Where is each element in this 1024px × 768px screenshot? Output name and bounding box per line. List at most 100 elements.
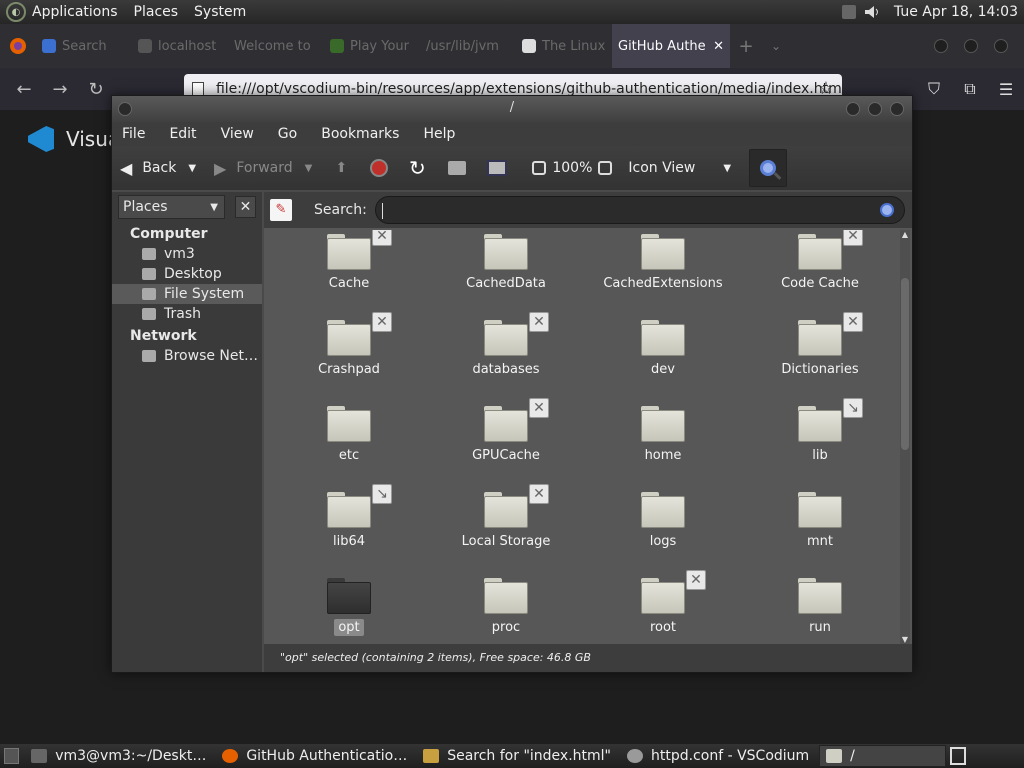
minimize-button[interactable] bbox=[846, 102, 860, 116]
system-menu[interactable]: System bbox=[194, 4, 246, 20]
minimize-window-button[interactable] bbox=[934, 39, 948, 53]
folder-item[interactable]: ↘ lib64 bbox=[284, 484, 414, 564]
folder-body bbox=[327, 582, 371, 614]
forward-history-dropdown-icon[interactable]: ▼ bbox=[305, 163, 313, 174]
zoom-in-icon[interactable] bbox=[598, 161, 613, 175]
folder-item[interactable]: proc bbox=[441, 570, 571, 640]
back-arrow-icon[interactable]: ← bbox=[6, 79, 42, 100]
reload-button[interactable]: ↻ bbox=[406, 156, 428, 180]
home-button[interactable] bbox=[446, 157, 468, 179]
show-desktop-button[interactable] bbox=[4, 748, 20, 764]
folder-item[interactable]: ✕ databases bbox=[441, 312, 571, 392]
folder-item[interactable]: CachedExtensions bbox=[598, 230, 728, 306]
menu-file[interactable]: File bbox=[122, 126, 145, 142]
sidebar-item-desktop[interactable]: Desktop bbox=[112, 264, 262, 284]
clock[interactable]: Tue Apr 18, 14:03 bbox=[894, 4, 1018, 20]
folder-item[interactable]: ✕ Crashpad bbox=[284, 312, 414, 392]
maximize-button[interactable] bbox=[868, 102, 882, 116]
pocket-icon[interactable]: ⛉ bbox=[916, 79, 952, 99]
menu-go[interactable]: Go bbox=[278, 126, 297, 142]
sidebar-item-vm3[interactable]: vm3 bbox=[112, 244, 262, 264]
folder-icon bbox=[798, 320, 842, 356]
stop-button[interactable] bbox=[370, 159, 389, 177]
menu-edit[interactable]: Edit bbox=[169, 126, 196, 142]
folder-item[interactable]: ✕ root bbox=[598, 570, 728, 640]
menu-help[interactable]: Help bbox=[423, 126, 455, 142]
places-menu[interactable]: Places bbox=[134, 4, 179, 20]
maximize-window-button[interactable] bbox=[964, 39, 978, 53]
reload-icon[interactable]: ↻ bbox=[78, 79, 114, 100]
folder-item[interactable]: ✕ GPUCache bbox=[441, 398, 571, 478]
folder-item[interactable]: ✕ Local Storage bbox=[441, 484, 571, 564]
folder-item[interactable]: opt bbox=[284, 570, 414, 640]
extensions-icon[interactable]: ⧉ bbox=[952, 79, 988, 99]
search-input[interactable] bbox=[385, 201, 876, 221]
sidebar-item-trash[interactable]: Trash bbox=[112, 304, 262, 324]
search-toggle-button[interactable] bbox=[749, 149, 788, 187]
search-field[interactable] bbox=[374, 196, 905, 224]
folder-label: mnt bbox=[755, 534, 885, 549]
new-tab-icon[interactable]: + bbox=[730, 36, 762, 57]
zoom-out-icon[interactable] bbox=[532, 161, 547, 175]
volume-icon[interactable] bbox=[864, 4, 880, 20]
folder-item[interactable]: ↘ lib bbox=[755, 398, 885, 478]
scrollbar-thumb[interactable] bbox=[901, 278, 909, 450]
tab-play[interactable]: Play Your bbox=[324, 24, 420, 68]
back-history-dropdown-icon[interactable]: ▼ bbox=[188, 163, 196, 174]
folder-item[interactable]: CachedData bbox=[441, 230, 571, 306]
firefox-icon[interactable] bbox=[0, 37, 36, 55]
window-menu-button[interactable] bbox=[118, 102, 132, 116]
tab-linux[interactable]: The Linux bbox=[516, 24, 612, 68]
forward-button[interactable]: ▶ Forward ▼ bbox=[214, 159, 312, 178]
taskbar-item-file-manager[interactable]: / bbox=[819, 745, 947, 767]
list-tabs-icon[interactable]: ⌄ bbox=[762, 39, 790, 53]
folder-item[interactable]: etc bbox=[284, 398, 414, 478]
folder-item[interactable]: ✕ Code Cache bbox=[755, 230, 885, 306]
view-mode-select[interactable]: Icon View ▼ bbox=[628, 160, 731, 176]
folder-item[interactable]: dev bbox=[598, 312, 728, 392]
menu-view[interactable]: View bbox=[221, 126, 254, 142]
folder-name: CachedExtensions bbox=[603, 276, 723, 291]
taskbar-item-firefox[interactable]: GitHub Authenticatio… bbox=[216, 745, 413, 767]
folder-item[interactable]: ✕ Dictionaries bbox=[755, 312, 885, 392]
scroll-up-icon[interactable]: ▲ bbox=[900, 230, 910, 239]
close-tab-icon[interactable]: ✕ bbox=[713, 39, 724, 54]
computer-button[interactable] bbox=[486, 157, 508, 179]
folder-item[interactable]: mnt bbox=[755, 484, 885, 564]
close-button[interactable] bbox=[890, 102, 904, 116]
tab-localhost[interactable]: localhost bbox=[132, 24, 228, 68]
folder-body bbox=[327, 324, 371, 356]
taskbar-item-search[interactable]: Search for "index.html" bbox=[417, 745, 617, 767]
taskbar-item-vscodium[interactable]: httpd.conf - VSCodium bbox=[621, 745, 815, 767]
tab-search[interactable]: Search bbox=[36, 24, 132, 68]
back-button[interactable]: ◀ Back ▼ bbox=[120, 159, 196, 178]
folder-icon bbox=[484, 320, 528, 356]
tab-github-auth[interactable]: GitHub Authe ✕ bbox=[612, 24, 730, 68]
edit-location-icon[interactable]: ✎ bbox=[270, 199, 292, 221]
scroll-down-icon[interactable]: ▼ bbox=[900, 635, 910, 644]
fm-titlebar[interactable]: / bbox=[112, 96, 912, 122]
tray-icon[interactable] bbox=[841, 5, 856, 19]
hamburger-menu-icon[interactable]: ☰ bbox=[988, 80, 1024, 99]
forward-arrow-icon[interactable]: → bbox=[42, 79, 78, 100]
folder-item[interactable]: ✕ Cache bbox=[284, 230, 414, 306]
tab-usr-lib[interactable]: /usr/lib/jvm bbox=[420, 24, 516, 68]
folder-item[interactable]: home bbox=[598, 398, 728, 478]
sidebar-item-filesystem[interactable]: File System bbox=[112, 284, 262, 304]
sidebar-mode-select[interactable]: Places ▼ bbox=[118, 195, 225, 219]
menu-bookmarks[interactable]: Bookmarks bbox=[321, 126, 399, 142]
folder-item[interactable]: logs bbox=[598, 484, 728, 564]
up-button[interactable]: ⬆ bbox=[330, 157, 352, 179]
taskbar-item-terminal[interactable]: vm3@vm3:~/Deskt… bbox=[25, 745, 212, 767]
vertical-scrollbar[interactable]: ▲ ▼ bbox=[900, 230, 910, 644]
tab-welcome[interactable]: Welcome to bbox=[228, 24, 324, 68]
folder-item[interactable]: run bbox=[755, 570, 885, 640]
close-sidebar-button[interactable]: ✕ bbox=[234, 196, 256, 218]
distro-logo-icon[interactable]: ◐ bbox=[6, 2, 26, 22]
sidebar-item-browse-network[interactable]: Browse Net… bbox=[112, 346, 262, 366]
close-window-button[interactable] bbox=[994, 39, 1008, 53]
workspace-switcher[interactable] bbox=[950, 747, 966, 765]
applications-menu[interactable]: Applications bbox=[32, 4, 118, 20]
unreadable-emblem-icon: ✕ bbox=[529, 398, 549, 418]
unreadable-emblem-icon: ✕ bbox=[843, 230, 863, 246]
